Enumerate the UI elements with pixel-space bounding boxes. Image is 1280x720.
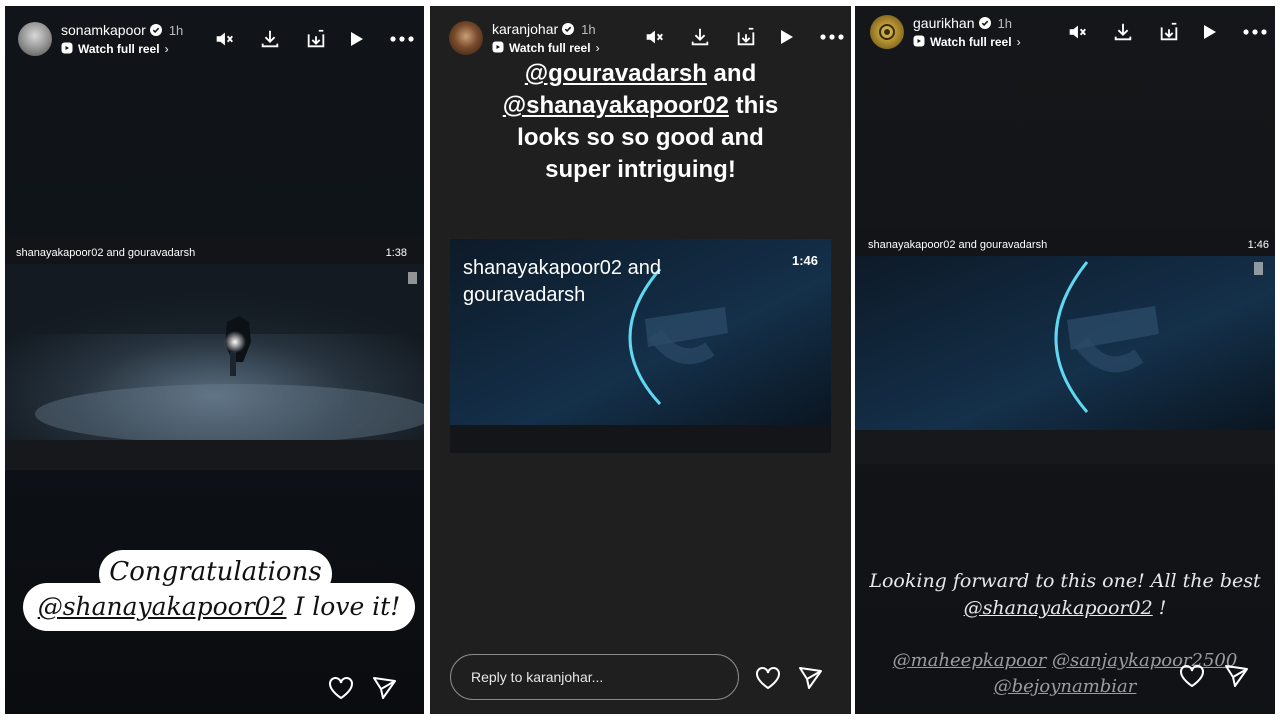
- mentions: @maheepkapoor @sanjaykapoor2500 @bejoyna…: [855, 648, 1275, 700]
- caption-text-2: @shanayakapoor02 I love it!: [37, 592, 401, 621]
- more-icon[interactable]: [389, 26, 415, 52]
- reel-preview[interactable]: shanayakapoor02 and gouravadarsh 1:46: [855, 228, 1275, 464]
- heart-icon[interactable]: [753, 663, 783, 693]
- mention-link[interactable]: @shanayakapoor02: [38, 592, 287, 621]
- username[interactable]: sonamkapoor: [61, 22, 146, 38]
- story-header: karanjohar 1h Watch full reel ›: [430, 6, 851, 64]
- send-icon[interactable]: [369, 673, 399, 703]
- reel-title: shanayakapoor02 and gouravadarsh: [463, 257, 661, 306]
- story-header: gaurikhan 1h Watch full reel ›: [855, 6, 1275, 64]
- reel-icon: [61, 42, 73, 54]
- play-icon[interactable]: [773, 24, 799, 50]
- story-panel-gaurikhan: gaurikhan 1h Watch full reel › shanayakapo…: [855, 6, 1275, 714]
- story-actions: [211, 26, 415, 52]
- watch-full-reel-link[interactable]: Watch full reel ›: [61, 42, 169, 56]
- mute-icon[interactable]: [641, 24, 667, 50]
- reel-preview[interactable]: shanayakapoor02 and gouravadarsh 1:46: [450, 239, 831, 453]
- mention-link[interactable]: @maheepkapoor: [893, 650, 1047, 671]
- username[interactable]: gaurikhan: [913, 15, 975, 31]
- story-text-line-4: super intriguing!: [545, 156, 736, 183]
- story-actions: [641, 24, 845, 50]
- save-icon[interactable]: [1156, 19, 1182, 45]
- mention-link[interactable]: @shanayakapoor02: [964, 597, 1153, 619]
- save-icon[interactable]: [303, 26, 329, 52]
- mention-link[interactable]: @gouravadarsh: [525, 60, 707, 87]
- mute-icon[interactable]: [211, 26, 237, 52]
- username-row: sonamkapoor 1h: [61, 22, 183, 38]
- mentions-line-2: @bejoynambiar: [855, 674, 1275, 700]
- story-panel-sonamkapoor: sonamkapoor 1h Watch full reel › shanayaka…: [5, 6, 424, 714]
- mute-icon[interactable]: [1064, 19, 1090, 45]
- username[interactable]: karanjohar: [492, 21, 558, 37]
- username-row: karanjohar 1h: [492, 21, 596, 37]
- play-icon[interactable]: [1196, 19, 1222, 45]
- mentions-line-1: @maheepkapoor @sanjaykapoor2500: [855, 648, 1275, 674]
- reel-title: shanayakapoor02 and gouravadarsh: [16, 247, 196, 259]
- story-text-line-2: @shanayakapoor02 this: [502, 92, 779, 119]
- story-panel-karanjohar: karanjohar 1h Watch full reel › @gouravada…: [430, 6, 851, 714]
- download-icon[interactable]: [687, 24, 713, 50]
- chevron-right-icon: ›: [164, 42, 169, 56]
- logo-mark: [879, 24, 895, 40]
- username-row: gaurikhan 1h: [913, 15, 1012, 31]
- story-actions: [1064, 19, 1268, 45]
- avatar[interactable]: [449, 21, 483, 55]
- caption: Looking forward to this one! All the bes…: [855, 568, 1275, 622]
- story-text: @gouravadarsh and @shanayakapoor02 this …: [430, 58, 851, 186]
- mention-link[interactable]: @shanayakapoor02: [503, 92, 729, 119]
- reel-duration: 1:46: [1247, 239, 1269, 251]
- mention-link[interactable]: @sanjaykapoor2500: [1052, 650, 1237, 671]
- caption-line-1: Looking forward to this one! All the bes…: [869, 570, 1261, 592]
- verified-icon: [562, 23, 575, 35]
- reel-video-frame: [5, 264, 424, 440]
- verified-icon: [978, 17, 991, 29]
- story-text-line-3: looks so so good and: [517, 124, 764, 151]
- play-icon[interactable]: [343, 26, 369, 52]
- more-icon[interactable]: [819, 24, 845, 50]
- chevron-right-icon: ›: [595, 41, 600, 55]
- avatar[interactable]: [870, 15, 904, 49]
- post-time: 1h: [997, 16, 1012, 31]
- reel-thumbnail: [855, 256, 1275, 430]
- reel-duration: 1:46: [791, 253, 818, 268]
- post-time: 1h: [168, 23, 184, 38]
- save-icon[interactable]: [733, 24, 759, 50]
- reel-thumbnail: [5, 264, 424, 440]
- avatar[interactable]: [18, 22, 52, 56]
- caption-line-2: @shanayakapoor02 !: [963, 597, 1167, 619]
- download-icon[interactable]: [1110, 19, 1136, 45]
- reel-icon: [913, 35, 925, 47]
- post-time: 1h: [581, 22, 596, 37]
- watch-full-reel-link[interactable]: Watch full reel ›: [913, 35, 1021, 49]
- download-icon[interactable]: [257, 26, 283, 52]
- reel-video-frame: [855, 256, 1275, 430]
- reel-duration: 1:38: [385, 247, 407, 259]
- heart-icon[interactable]: [326, 673, 356, 703]
- send-icon[interactable]: [795, 663, 825, 693]
- reel-icon: [492, 41, 504, 53]
- reel-title: shanayakapoor02 and gouravadarsh: [868, 239, 1048, 251]
- mention-link[interactable]: @bejoynambiar: [994, 676, 1137, 697]
- caption-text-1: Congratulations: [109, 557, 322, 587]
- story-text-line-1: @gouravadarsh and: [524, 60, 757, 87]
- chevron-right-icon: ›: [1016, 35, 1021, 49]
- watch-full-reel-link[interactable]: Watch full reel ›: [492, 41, 600, 55]
- reply-input[interactable]: Reply to karanjohar...: [450, 654, 739, 700]
- heart-icon[interactable]: [1177, 661, 1207, 691]
- story-header: sonamkapoor 1h Watch full reel ›: [5, 6, 424, 64]
- verified-icon: [149, 24, 162, 36]
- send-icon[interactable]: [1221, 661, 1251, 691]
- reel-preview[interactable]: shanayakapoor02 and gouravadarsh 1:38: [5, 236, 424, 470]
- more-icon[interactable]: [1242, 19, 1268, 45]
